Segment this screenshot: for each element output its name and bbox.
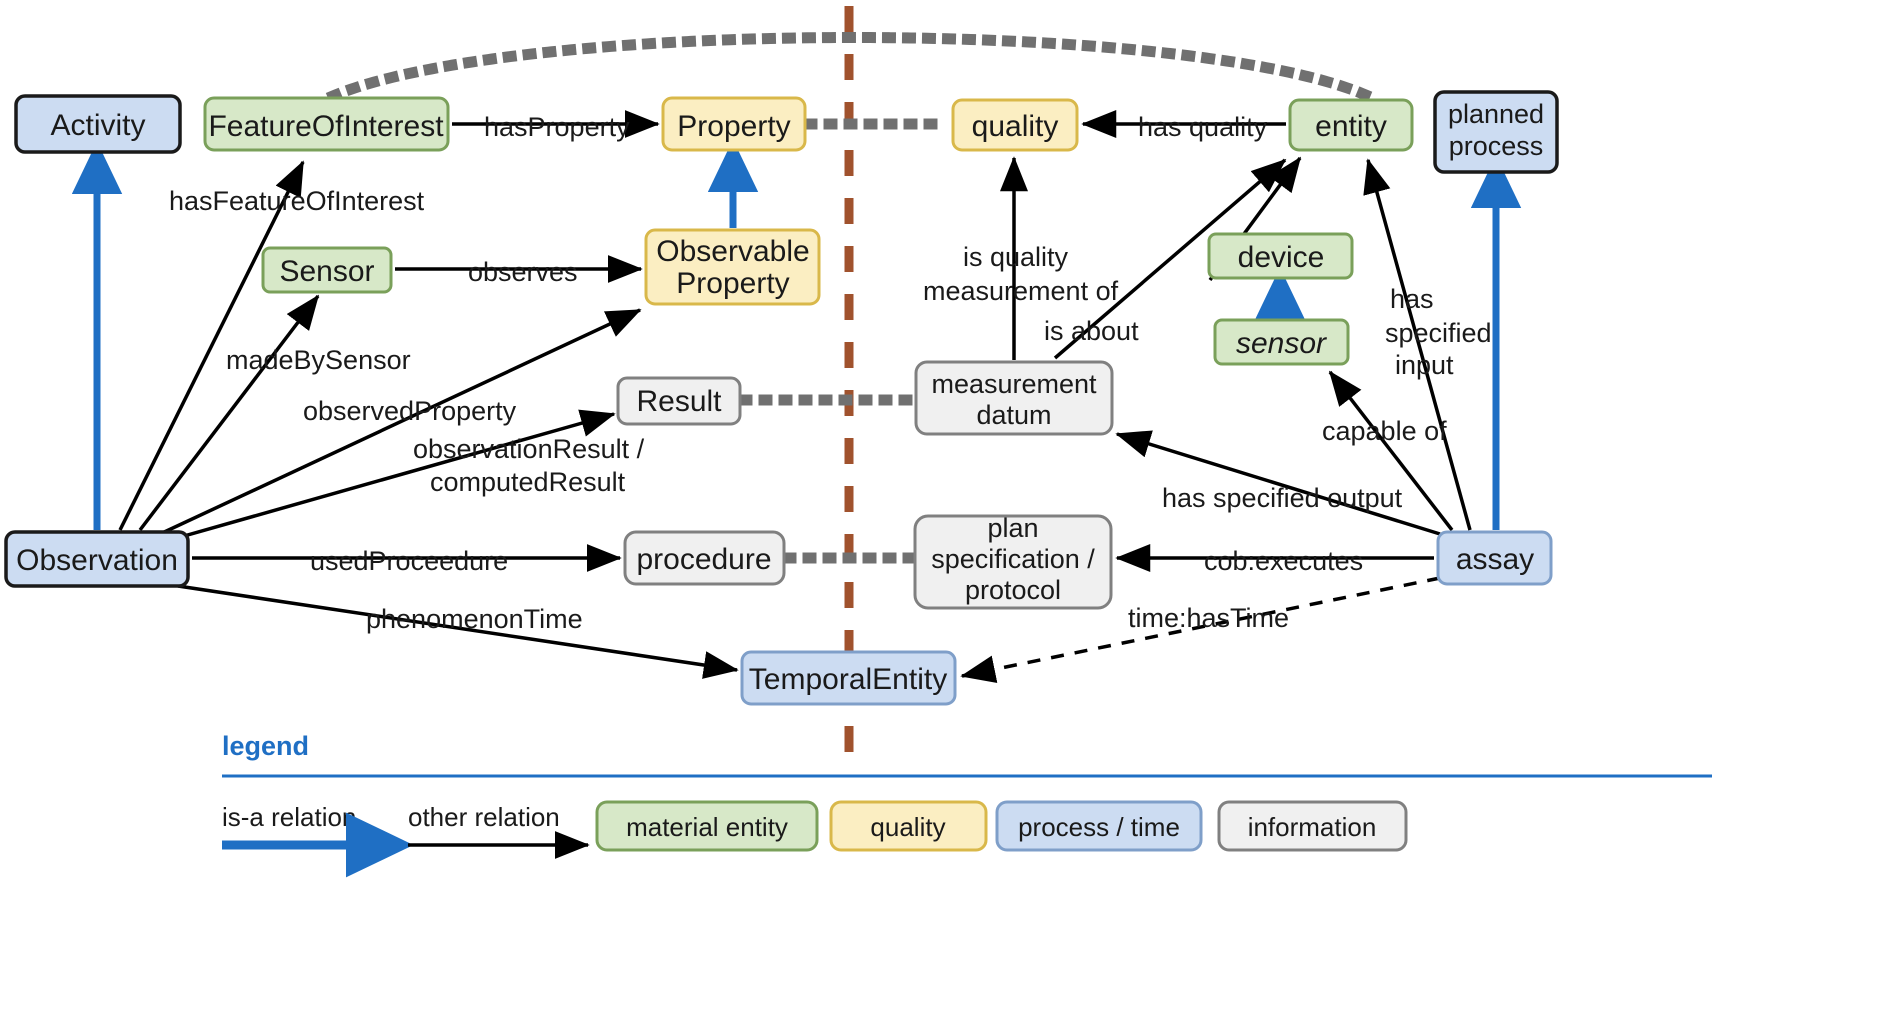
edge-madebysensor: [138, 294, 320, 532]
node-measurementdatum[interactable]: measurement datum: [914, 360, 1114, 436]
legend-swatch-information: information: [1217, 800, 1408, 852]
edge-label-isquality: is quality: [963, 242, 1069, 272]
node-plannedprocess-label-line1: planned: [1448, 99, 1544, 129]
edge-label-observationresult: observationResult /: [413, 434, 645, 464]
node-temporalentity-label: TemporalEntity: [749, 663, 947, 696]
node-device[interactable]: device: [1207, 232, 1354, 280]
node-property-label: Property: [677, 110, 790, 143]
edge-label-input: input: [1395, 350, 1454, 380]
legend-swatch-material-entity: material entity: [595, 800, 819, 852]
edge-label-has: has: [1390, 284, 1434, 314]
node-featureofinterest[interactable]: FeatureOfInterest: [203, 96, 450, 152]
edge-label-computedresult: computedResult: [430, 467, 626, 497]
node-measurementdatum-label-line2: datum: [976, 400, 1051, 430]
node-entity-label: entity: [1315, 110, 1387, 143]
node-sensor-bfo[interactable]: sensor: [1213, 318, 1350, 366]
node-planspecification-label-line1: plan: [987, 513, 1038, 543]
edge-label-phenomenontime: phenomenonTime: [366, 604, 583, 634]
edge-label-specified: specified: [1385, 318, 1492, 348]
legend-process-time-label: process / time: [1018, 812, 1180, 842]
edge-label-capableof: capable of: [1322, 416, 1447, 446]
node-featureofinterest-label: FeatureOfInterest: [208, 110, 444, 143]
edge-label-cobexecutes: cob:executes: [1204, 546, 1363, 576]
node-assay-label: assay: [1456, 543, 1534, 576]
ontology-alignment-diagram: Activity FeatureOfInterest Property qual…: [4, 6, 1712, 878]
node-quality[interactable]: quality: [951, 98, 1079, 152]
node-measurementdatum-label-line1: measurement: [931, 369, 1097, 399]
node-plannedprocess[interactable]: planned process: [1433, 90, 1559, 174]
node-temporalentity[interactable]: TemporalEntity: [740, 650, 957, 706]
node-observableproperty-label-line1: Observable: [656, 235, 809, 268]
node-quality-label: quality: [972, 110, 1059, 143]
node-observation[interactable]: Observation: [4, 530, 190, 588]
node-observableproperty-label-line2: Property: [676, 267, 789, 300]
node-sensor-ssn[interactable]: Sensor: [261, 246, 393, 294]
node-result-label: Result: [636, 385, 722, 418]
node-planspecification-label-line3: protocol: [965, 575, 1061, 605]
node-activity[interactable]: Activity: [14, 94, 182, 154]
node-planspecification[interactable]: plan specification / protocol: [913, 513, 1113, 610]
legend-information-label: information: [1248, 812, 1377, 842]
edge-label-hasspecifiedoutput: has specified output: [1162, 483, 1403, 513]
node-device-label: device: [1238, 241, 1325, 274]
legend-isa-relation: is-a relation: [222, 802, 414, 878]
legend-other-label: other relation: [408, 802, 560, 832]
node-property[interactable]: Property: [661, 96, 807, 152]
edge-label-usedproceedure: usedProceedure: [310, 546, 508, 576]
edge-label-hasquality: has quality: [1138, 112, 1268, 142]
legend-quality-label: quality: [870, 812, 945, 842]
legend-other-relation: other relation: [408, 802, 590, 859]
node-plannedprocess-label-line2: process: [1449, 131, 1544, 161]
edge-label-timehastime: time:hasTime: [1128, 603, 1289, 633]
edge-label-isabout: is about: [1044, 316, 1139, 346]
edge-label-measurementof: measurement of: [923, 276, 1119, 306]
legend-swatch-process-time: process / time: [995, 800, 1203, 852]
diagram-canvas: Activity FeatureOfInterest Property qual…: [0, 0, 1901, 1034]
node-activity-label: Activity: [50, 109, 145, 142]
node-result[interactable]: Result: [616, 376, 742, 426]
node-planspecification-label-line2: specification /: [931, 544, 1095, 574]
edge-label-hasfeatureofinterest: hasFeatureOfInterest: [169, 186, 425, 216]
node-assay[interactable]: assay: [1436, 530, 1553, 586]
legend-material-entity-label: material entity: [626, 812, 788, 842]
edge-label-observes: observes: [468, 257, 578, 287]
node-sensor-ssn-label: Sensor: [279, 255, 374, 288]
edge-label-madebysensor: madeBySensor: [226, 345, 411, 375]
legend-isa-label: is-a relation: [222, 802, 356, 832]
node-observation-label: Observation: [16, 544, 178, 577]
node-entity[interactable]: entity: [1288, 98, 1414, 152]
node-procedure-label: procedure: [636, 543, 771, 576]
legend-swatch-quality: quality: [829, 800, 988, 852]
edge-label-hasproperty: hasProperty: [484, 112, 630, 142]
legend-title: legend: [222, 731, 309, 761]
node-observableproperty[interactable]: Observable Property: [644, 228, 821, 306]
node-sensor-bfo-label: sensor: [1236, 327, 1327, 360]
node-procedure[interactable]: procedure: [623, 530, 786, 586]
edge-label-observedproperty: observedProperty: [303, 396, 517, 426]
